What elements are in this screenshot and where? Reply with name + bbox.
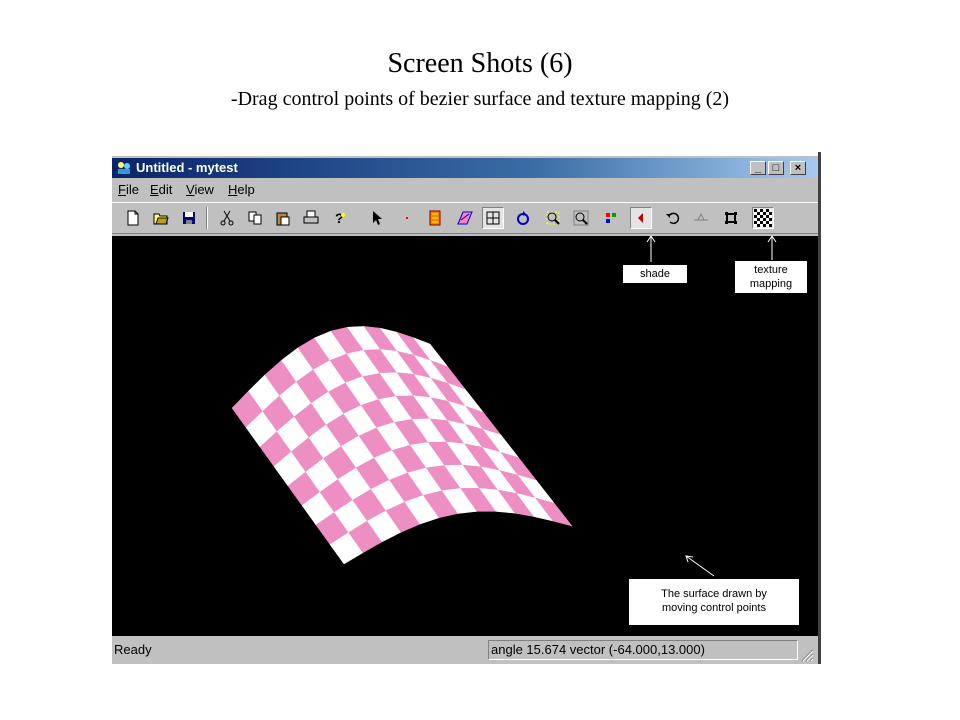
menu-edit[interactable]: Edit [150,182,172,197]
menu-view-rest: iew [194,182,214,197]
menu-bar: File Edit View Help [112,179,818,199]
control-points-icon[interactable] [720,207,742,229]
menu-help[interactable]: Help [228,182,255,197]
grid-icon[interactable] [482,207,504,229]
app-window: Untitled - mytest _ □ × File Edit View H… [112,156,818,664]
toolbar-separator [206,207,208,229]
close-button[interactable]: × [790,161,806,175]
print-icon[interactable] [300,207,322,229]
menu-file-accel: F [118,182,126,197]
save-icon[interactable] [178,207,200,229]
window-title: Untitled - mytest [136,160,238,175]
window-edge [818,152,821,664]
status-readout: angle 15.674 vector (-64.000,13.000) [488,640,798,660]
menu-view[interactable]: View [186,182,214,197]
bezier-surface-icon[interactable] [424,207,446,229]
shade-callout: shade [622,264,688,284]
zoom-in-icon[interactable] [542,207,564,229]
app-icon [118,162,130,174]
render-viewport[interactable]: shade texture mapping The surface drawn … [112,236,818,636]
status-ready: Ready [114,642,152,657]
help-icon[interactable]: ? [328,207,350,229]
resize-grip-icon[interactable] [798,646,814,662]
flat-icon[interactable] [690,207,712,229]
texture-callout-line1: texture [754,264,788,276]
callout-arrows [646,236,777,577]
status-bar: Ready angle 15.674 vector (-64.000,13.00… [112,638,818,664]
zoom-out-icon[interactable] [570,207,592,229]
select-arrow-icon[interactable] [366,207,388,229]
copy-icon[interactable] [244,207,266,229]
point-icon[interactable] [396,207,418,229]
slide-subtitle: -Drag control points of bezier surface a… [230,88,730,110]
menu-file[interactable]: File [118,182,139,197]
menu-edit-rest: dit [158,182,173,197]
texture-mapping-callout: texture mapping [734,260,808,294]
shade-icon[interactable] [630,207,652,229]
title-bar[interactable]: Untitled - mytest _ □ × [112,158,818,178]
cut-icon[interactable] [216,207,238,229]
undo-icon[interactable] [662,207,684,229]
minimize-button[interactable]: _ [750,161,766,175]
menu-help-rest: elp [237,182,255,197]
surface-callout-line2: moving control points [662,602,766,614]
surface-callout: The surface drawn by moving control poin… [628,578,800,626]
toolbar: ? [112,202,818,234]
menu-help-accel: H [228,182,238,197]
slide-title: Screen Shots (6) [387,48,573,79]
color-points-icon[interactable] [600,207,622,229]
rotate-icon[interactable] [512,207,534,229]
open-folder-icon[interactable] [150,207,172,229]
new-file-icon[interactable] [122,207,144,229]
svg-text:?: ? [335,210,344,226]
surface-callout-line1: The surface drawn by [661,588,767,600]
paste-icon[interactable] [272,207,294,229]
menu-file-rest: ile [125,182,139,197]
texture-mapping-icon[interactable] [752,207,774,229]
menu-edit-accel: E [150,182,159,197]
maximize-button[interactable]: □ [768,161,784,175]
curve-icon[interactable] [454,207,476,229]
texture-callout-line2: mapping [749,278,793,290]
